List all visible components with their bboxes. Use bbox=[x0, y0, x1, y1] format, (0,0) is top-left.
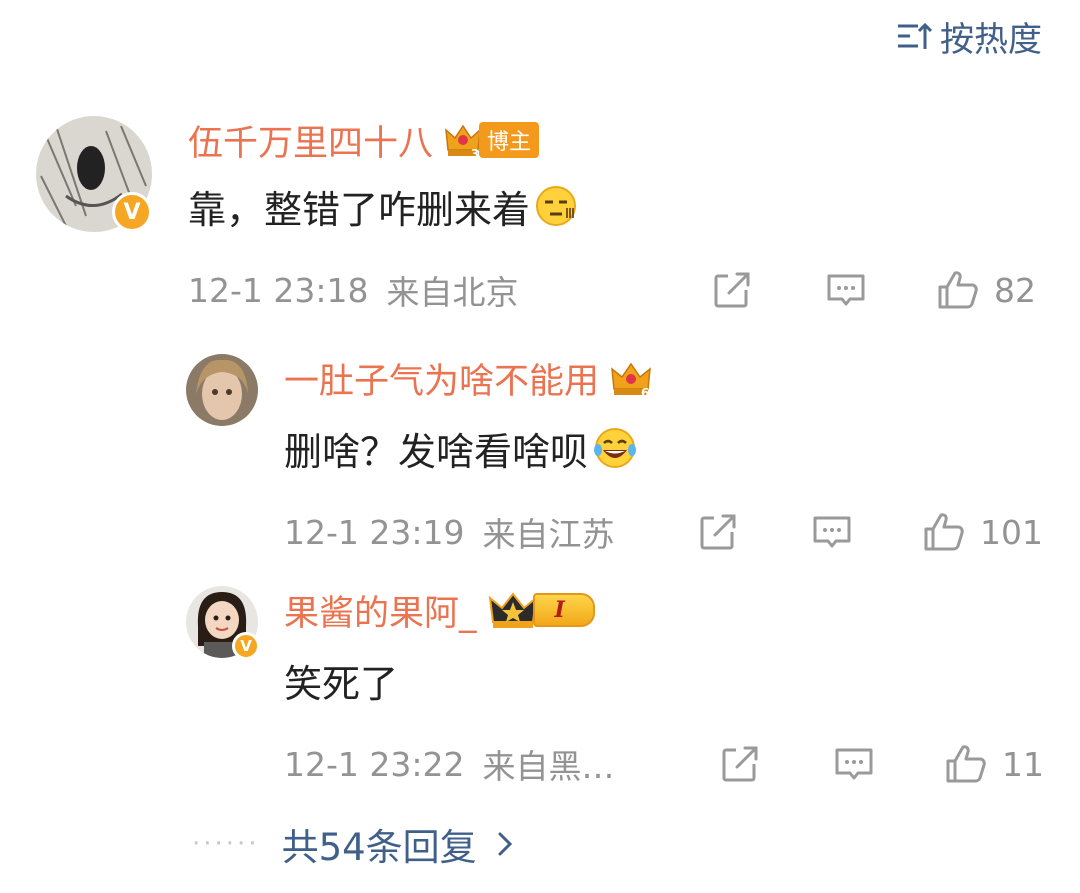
reply-button[interactable] bbox=[810, 510, 854, 554]
share-button[interactable] bbox=[718, 742, 762, 786]
thumbs-up-icon bbox=[924, 513, 964, 551]
crown-icon: 6 bbox=[611, 362, 651, 399]
avatar[interactable]: V bbox=[36, 116, 152, 232]
comment-icon bbox=[827, 274, 865, 306]
thumbs-up-icon bbox=[938, 271, 978, 309]
comment-time: 12-1 23:19 bbox=[284, 512, 465, 552]
comment-username[interactable]: 伍千万里四十八 3 博主 bbox=[188, 116, 540, 164]
comment-time: 12-1 23:22 bbox=[284, 744, 465, 784]
share-button[interactable] bbox=[710, 268, 754, 312]
share-icon bbox=[722, 744, 760, 782]
comment-text: 靠，整错了咋删来着 bbox=[188, 180, 578, 232]
share-button[interactable] bbox=[696, 510, 740, 554]
avatar[interactable]: V bbox=[186, 586, 260, 660]
verified-badge-icon: V bbox=[112, 192, 152, 232]
comment-location: 来自江苏 bbox=[482, 515, 615, 554]
crown-icon bbox=[488, 592, 537, 628]
share-icon bbox=[714, 270, 752, 308]
sort-button[interactable]: 按热度 bbox=[896, 14, 1042, 60]
laughing-emoji-icon bbox=[594, 428, 637, 468]
comment-username[interactable]: 一肚子气为啥不能用 6 bbox=[284, 354, 653, 402]
user-level-badge: 3 博主 bbox=[443, 120, 540, 160]
avatar[interactable] bbox=[186, 354, 258, 426]
verified-badge-icon: V bbox=[232, 632, 260, 660]
sort-icon bbox=[898, 22, 932, 49]
more-replies-link[interactable]: 共54条回复 bbox=[282, 817, 515, 871]
reply-button[interactable] bbox=[824, 268, 868, 312]
comment-text: 删啥？发啥看啥呗 bbox=[284, 422, 638, 474]
comment-icon bbox=[813, 516, 851, 548]
comment-icon bbox=[835, 748, 873, 780]
share-icon bbox=[700, 512, 738, 550]
comment-meta: 12-1 23:19 来自江苏 bbox=[284, 510, 615, 555]
comment-meta: 12-1 23:22 来自黑… bbox=[284, 742, 615, 787]
user-level-badge: I bbox=[487, 588, 595, 632]
like-button[interactable]: 11 bbox=[944, 742, 1044, 786]
reply-button[interactable] bbox=[832, 742, 876, 786]
more-replies-row: ······ 共54条回复 bbox=[192, 818, 515, 870]
sort-label: 按热度 bbox=[940, 19, 1042, 60]
comment-location: 来自北京 bbox=[386, 273, 519, 312]
comment-location: 来自黑… bbox=[482, 747, 615, 786]
crown-icon: 3 bbox=[445, 124, 481, 160]
like-count: 11 bbox=[1002, 744, 1044, 784]
comment-username[interactable]: 果酱的果阿_ I bbox=[284, 586, 595, 634]
divider-dots: ······ bbox=[192, 829, 260, 859]
like-count: 82 bbox=[994, 270, 1036, 310]
comment-meta: 12-1 23:18 来自北京 bbox=[188, 268, 519, 313]
thumbs-up-icon bbox=[946, 745, 986, 783]
svg-text:6: 6 bbox=[641, 386, 649, 399]
comment-time: 12-1 23:18 bbox=[188, 270, 369, 310]
like-count: 101 bbox=[980, 512, 1043, 552]
avatar-image bbox=[186, 354, 258, 426]
chevron-right-icon bbox=[498, 832, 512, 856]
comment-text: 笑死了 bbox=[284, 661, 399, 706]
speechless-emoji-icon bbox=[536, 186, 577, 226]
like-button[interactable]: 82 bbox=[936, 268, 1036, 312]
like-button[interactable]: 101 bbox=[922, 510, 1043, 554]
